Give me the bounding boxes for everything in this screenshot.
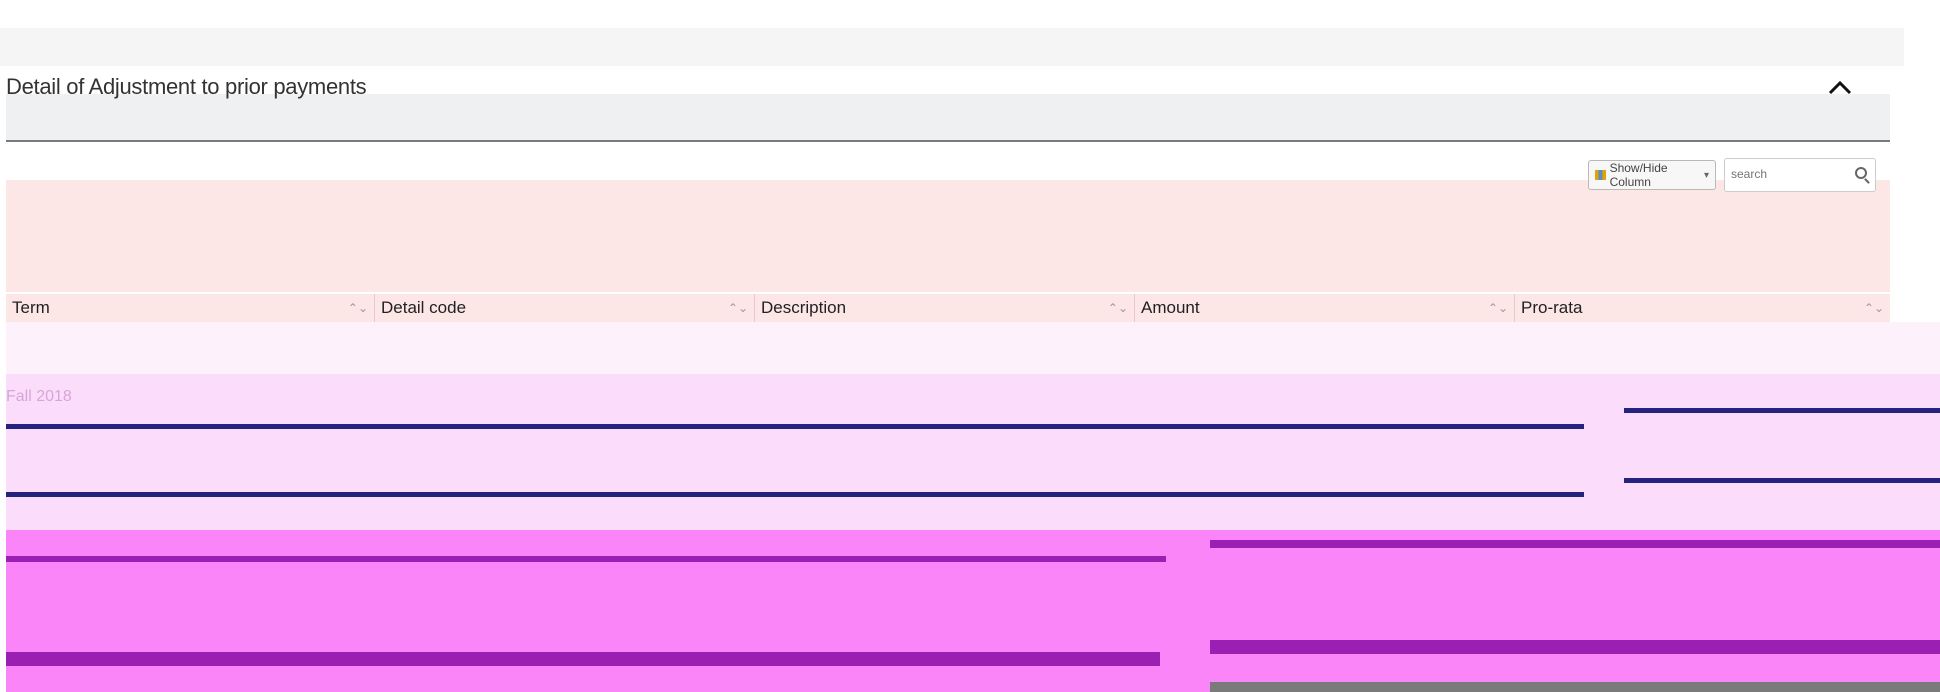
lower-separator <box>1210 540 1940 548</box>
table-row[interactable] <box>6 374 1940 426</box>
chevron-up-icon <box>1828 80 1852 95</box>
show-hide-column-button[interactable]: Show/Hide Column ▾ <box>1588 160 1716 190</box>
panel-title: Detail of Adjustment to prior payments <box>6 74 367 99</box>
column-header-amount[interactable]: Amount ⌃⌄ <box>1134 294 1514 322</box>
lower-scrollbar[interactable] <box>1210 682 1940 692</box>
sort-icon[interactable]: ⌃⌄ <box>348 301 368 315</box>
cell-term: Fall 2018 <box>6 388 72 405</box>
lower-separator <box>1210 640 1940 654</box>
lower-right-region <box>1210 540 1940 692</box>
column-header-pro-rata[interactable]: Pro-rata ⌃⌄ <box>1514 294 1890 322</box>
search-input[interactable] <box>1725 159 1847 189</box>
top-bar <box>0 28 1904 66</box>
row-separator <box>1624 408 1940 413</box>
column-header-term[interactable]: Term ⌃⌄ <box>6 294 374 322</box>
column-header-description[interactable]: Description ⌃⌄ <box>754 294 1134 322</box>
search-icon[interactable] <box>1855 167 1867 179</box>
panel-subheader <box>6 94 1890 140</box>
caret-down-icon: ▾ <box>1703 169 1709 181</box>
show-hide-column-label: Show/Hide Column <box>1609 161 1668 189</box>
search-box[interactable] <box>1724 158 1876 192</box>
sort-icon[interactable]: ⌃⌄ <box>1488 301 1508 315</box>
table-header-fade <box>6 322 1940 374</box>
sort-icon[interactable]: ⌃⌄ <box>728 301 748 315</box>
column-header-detail-code[interactable]: Detail code ⌃⌄ <box>374 294 754 322</box>
collapse-button[interactable] <box>1822 70 1858 104</box>
row-separator <box>6 424 1584 429</box>
columns-icon <box>1595 170 1606 180</box>
sort-icon[interactable]: ⌃⌄ <box>1864 301 1884 315</box>
row-separator <box>1624 478 1940 483</box>
lower-separator <box>6 652 1160 666</box>
table-header-row: Term ⌃⌄ Detail code ⌃⌄ Description ⌃⌄ Am… <box>6 294 1890 322</box>
row-separator <box>6 492 1584 497</box>
lower-separator <box>6 556 1166 562</box>
sort-icon[interactable]: ⌃⌄ <box>1108 301 1128 315</box>
table-header-band <box>6 180 1890 292</box>
